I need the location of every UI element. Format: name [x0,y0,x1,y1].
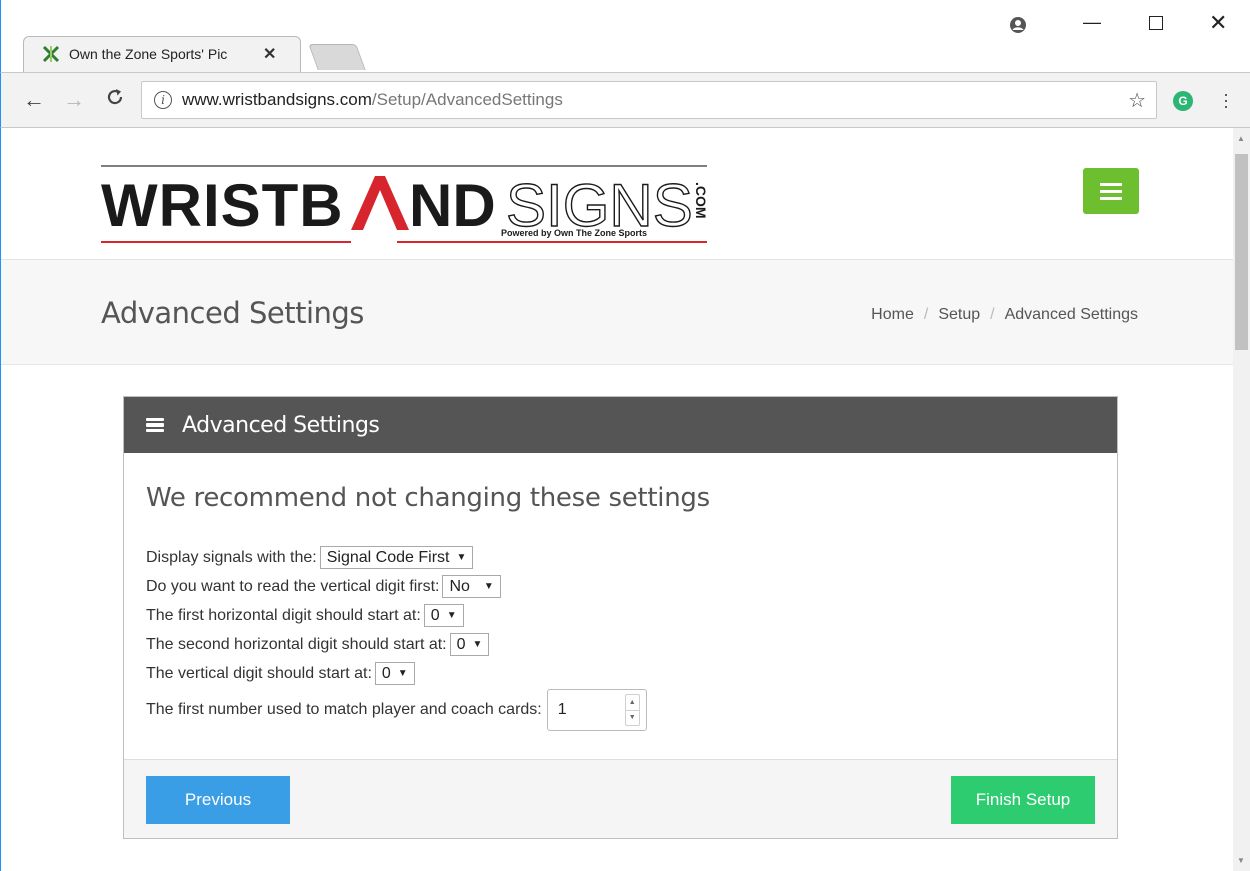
select-value: No [449,577,470,595]
page-scrollbar[interactable]: ▲ ▼ [1233,128,1250,871]
menu-bar [1100,189,1122,193]
panel-body: We recommend not changing these settings… [124,453,1117,759]
url-text[interactable]: www.wristbandsigns.com/Setup/AdvancedSet… [182,90,563,110]
scroll-down-icon[interactable]: ▼ [1237,856,1245,865]
breadcrumb-separator: / [990,306,995,323]
reload-icon[interactable] [105,87,125,113]
first-number-input[interactable]: 1 ▲ ▼ [546,689,647,731]
dropdown-arrow-icon: ▼ [397,668,408,679]
dropdown-arrow-icon: ▼ [446,610,457,621]
browser-toolbar: ← → i www.wristbandsigns.com/Setup/Advan… [0,72,1250,128]
menu-bar [1100,196,1122,200]
spin-up-icon[interactable]: ▲ [626,695,639,710]
svg-text:WRISTB: WRISTB [101,172,344,239]
breadcrumb-setup[interactable]: Setup [938,306,980,324]
number-spinner[interactable]: ▲ ▼ [624,694,640,726]
new-tab-button[interactable] [308,44,366,70]
tab-title: Own the Zone Sports' Pic [69,46,228,62]
browser-tab-content[interactable]: Own the Zone Sports' Pic ✕ [31,37,297,71]
number-value: 1 [557,701,567,718]
menu-bar [1100,182,1122,186]
dropdown-arrow-icon: ▼ [483,581,494,592]
scroll-thumb[interactable] [1235,154,1248,350]
breadcrumb-current: Advanced Settings [1004,306,1138,323]
vertical-start-select[interactable]: 0 ▼ [374,662,415,685]
favicon-icon [41,44,61,64]
advanced-settings-panel: Advanced Settings We recommend not chang… [123,396,1118,839]
setting-row-vertical-start: The vertical digit should start at: 0 ▼ [146,659,1095,688]
panel-footer: Previous Finish Setup [124,759,1117,838]
account-icon[interactable] [1009,16,1027,39]
setting-label: Display signals with the: [146,548,317,566]
site-logo[interactable]: WRISTB ND SIGNS .COM Powered by Own The … [101,164,709,244]
site-header: WRISTB ND SIGNS .COM Powered by Own The … [1,128,1234,258]
display-signals-select[interactable]: Signal Code First ▼ [319,546,474,569]
setting-label: The first horizontal digit should start … [146,606,421,624]
second-horizontal-select[interactable]: 0 ▼ [449,633,490,656]
select-value: 0 [381,664,391,682]
previous-button[interactable]: Previous [146,776,290,824]
minimize-icon[interactable]: — [1083,12,1101,33]
address-bar[interactable]: i www.wristbandsigns.com/Setup/AdvancedS… [141,81,1157,119]
hamburger-menu-button[interactable] [1083,168,1139,214]
dropdown-arrow-icon: ▼ [456,552,467,563]
first-horizontal-select[interactable]: 0 ▼ [423,604,464,627]
setting-label: Do you want to read the vertical digit f… [146,577,440,595]
breadcrumb-separator: / [923,306,929,323]
forward-arrow-icon[interactable]: → [63,87,85,113]
setting-label: The vertical digit should start at: [146,664,372,682]
page-viewport: WRISTB ND SIGNS .COM Powered by Own The … [0,128,1250,871]
setting-row-vertical-first: Do you want to read the vertical digit f… [146,572,1095,601]
browser-tab-strip: Own the Zone Sports' Pic ✕ — ✕ [0,0,1250,72]
svg-text:Powered by Own The Zone Sports: Powered by Own The Zone Sports [501,228,647,238]
back-arrow-icon[interactable]: ← [23,87,45,113]
url-domain: www.wristbandsigns.com [182,90,372,109]
select-value: Signal Code First [326,548,450,566]
setting-label: The second horizontal digit should start… [146,635,447,653]
tab-close-icon[interactable]: ✕ [263,44,276,64]
close-icon[interactable]: ✕ [1209,10,1227,36]
setting-row-display-signals: Display signals with the: Signal Code Fi… [146,543,1095,572]
spin-down-icon[interactable]: ▼ [625,709,639,726]
bookmark-star-icon[interactable]: ☆ [1128,88,1146,113]
breadcrumb-home[interactable]: Home [871,306,914,324]
maximize-icon[interactable] [1149,16,1163,30]
extension-icon[interactable]: G [1173,91,1193,111]
panel-header: Advanced Settings [124,397,1117,453]
vertical-first-select[interactable]: No ▼ [442,575,501,598]
svg-text:.COM: .COM [693,182,709,219]
recommendation-heading: We recommend not changing these settings [146,483,710,513]
panel-title: Advanced Settings [182,412,380,438]
setting-row-first-number: The first number used to match player an… [146,688,1095,732]
url-path: /Setup/AdvancedSettings [371,90,563,109]
server-icon [146,418,164,432]
setting-label: The first number used to match player an… [146,701,542,718]
select-value: 0 [430,606,440,624]
page-title-band: Advanced Settings Home / Setup / Advance… [1,259,1234,365]
svg-text:ND: ND [409,172,496,239]
finish-setup-button[interactable]: Finish Setup [951,776,1095,824]
setting-row-first-horizontal: The first horizontal digit should start … [146,601,1095,630]
select-value: 0 [456,635,466,653]
dropdown-arrow-icon: ▼ [472,639,483,650]
browser-menu-icon[interactable]: · · · [1223,85,1229,115]
scroll-up-icon[interactable]: ▲ [1237,134,1245,143]
breadcrumb: Home / Setup / Advanced Settings [871,306,1138,324]
info-icon[interactable]: i [154,91,172,109]
page-title: Advanced Settings [101,296,364,330]
setting-row-second-horizontal: The second horizontal digit should start… [146,630,1095,659]
